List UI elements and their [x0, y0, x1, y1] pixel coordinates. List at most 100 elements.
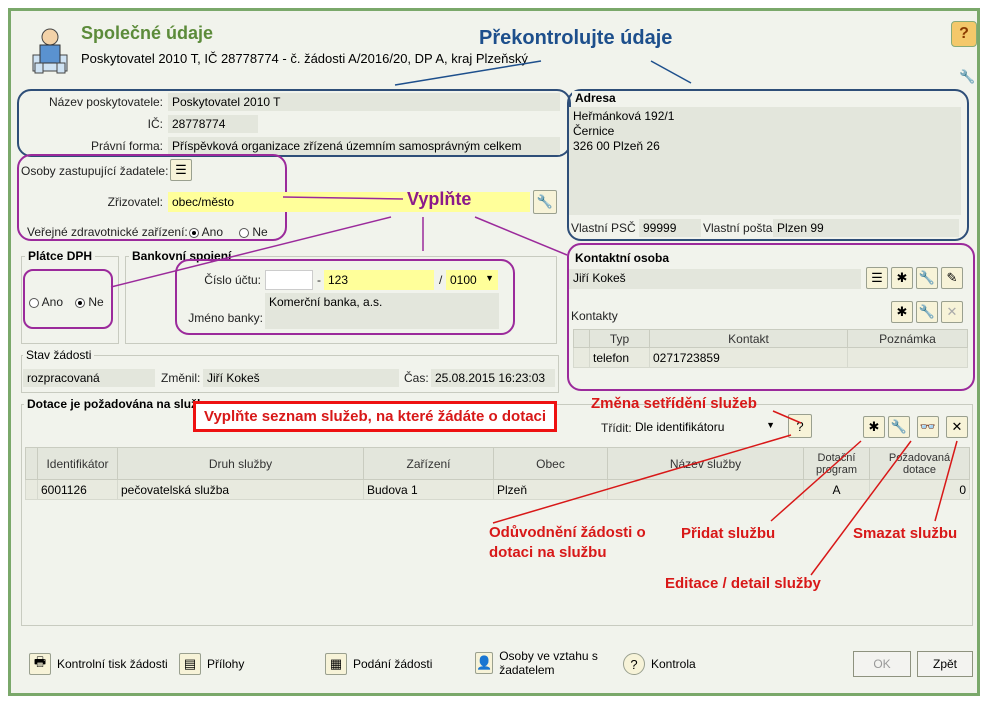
control-button[interactable]: ? Kontrola	[623, 653, 696, 675]
address-line2: Černice	[573, 124, 615, 138]
vat-yes-radio[interactable]: Ano	[29, 295, 63, 309]
persons-icon: 👤	[475, 652, 494, 674]
bank-name-field: Komerční banka, a.s.	[265, 293, 499, 329]
sort-select[interactable]: Dle identifikátoru ▼	[631, 417, 779, 437]
services-header-facility: Zařízení	[363, 447, 494, 480]
back-button[interactable]: Zpět	[917, 651, 973, 677]
edit-list-icon[interactable]: ☰	[170, 159, 192, 181]
vat-no-radio[interactable]: Ne	[75, 295, 104, 309]
contacts-header-contact: Kontakt	[649, 329, 848, 348]
annotation-delete-service: Smazat službu	[853, 525, 958, 542]
document-icon: ▦	[325, 653, 347, 675]
health-yes-radio[interactable]: Ano	[189, 225, 223, 239]
time-label: Čas:	[404, 371, 429, 385]
annotation-sort-change: Změna setřídění služeb	[591, 395, 757, 412]
question-icon: ?	[623, 653, 645, 675]
ic-field: 28778774	[168, 115, 258, 133]
annotation-justification: Odůvodnění žádosti o dotaci na službu	[489, 524, 646, 561]
detail-service-icon[interactable]: 👓	[917, 416, 939, 438]
address-line3: 326 00 Plzeň 26	[573, 139, 660, 153]
services-group	[21, 404, 973, 626]
account-label: Číslo účtu:	[204, 273, 261, 287]
services-header-town: Obec	[493, 447, 608, 480]
account-number-input[interactable]: 123	[324, 270, 434, 290]
table-row[interactable]: telefon 0271723859	[573, 347, 968, 368]
contacts-add-icon[interactable]: ✱	[891, 301, 913, 323]
vat-title: Plátce DPH	[25, 249, 96, 263]
contact-add-icon[interactable]: ✱	[891, 267, 913, 289]
print-control-button[interactable]: 🖶 Kontrolní tisk žádosti	[29, 653, 168, 675]
account-prefix-input[interactable]	[265, 270, 313, 290]
time-field: 25.08.2015 16:23:03	[431, 369, 555, 387]
post-field: Plzen 99	[773, 219, 959, 237]
contacts-label: Kontakty	[571, 309, 618, 323]
services-header-program: Dotační program	[803, 447, 870, 480]
contacts-header-type: Typ	[589, 329, 650, 348]
contact-pencil-icon[interactable]: ✎	[941, 267, 963, 289]
status-title: Stav žádosti	[23, 348, 95, 362]
legal-form-field: Příspěvková organizace zřízená územním s…	[168, 137, 560, 155]
main-window: Společné údaje Poskytovatel 2010 T, IČ 2…	[8, 8, 980, 696]
health-no-radio[interactable]: Ne	[239, 225, 268, 239]
founder-edit-wrench-icon[interactable]: 🔧	[533, 190, 557, 214]
contacts-edit-icon[interactable]: 🔧	[916, 301, 938, 323]
attachments-button[interactable]: ▤ Přílohy	[179, 653, 244, 675]
add-service-icon[interactable]: ✱	[863, 416, 885, 438]
legal-form-label: Právní forma:	[90, 139, 163, 153]
contacts-table: Typ Kontakt Poznámka telefon 0271723859	[573, 329, 968, 368]
address-box: Heřmánková 192/1 Černice 326 00 Plzeň 26	[569, 107, 961, 215]
persons-related-button[interactable]: 👤 Osoby ve vztahu s žadatelem	[475, 649, 615, 677]
wrench-small-icon[interactable]: 🔧	[959, 69, 975, 85]
page-subtitle: Poskytovatel 2010 T, IČ 28778774 - č. žá…	[81, 51, 528, 66]
founder-field[interactable]: obec/město	[168, 192, 530, 212]
services-header-name: Název služby	[607, 447, 804, 480]
page-title: Společné údaje	[81, 23, 214, 43]
ok-button[interactable]: OK	[853, 651, 911, 677]
annotation-check: Překontrolujte údaje	[479, 27, 673, 49]
provider-name-label: Název poskytovatele:	[48, 95, 163, 109]
address-title: Adresa	[572, 91, 619, 105]
psc-label: Vlastní PSČ	[571, 221, 636, 235]
submit-request-button[interactable]: ▦ Podání žádosti	[325, 653, 432, 675]
account-slash: /	[439, 273, 443, 287]
psc-field: 99999	[639, 219, 701, 237]
health-label: Veřejné zdravotnické zařízení:	[27, 225, 188, 239]
contacts-header-note: Poznámka	[847, 329, 968, 348]
delete-service-icon[interactable]: ✕	[946, 416, 968, 438]
contact-name-field: Jiří Kokeš	[569, 269, 861, 289]
founder-label: Zřizovatel:	[107, 195, 163, 209]
changed-label: Změnil:	[161, 371, 201, 385]
services-header-amount: Požadovaná dotace	[869, 447, 970, 480]
contact-highlight	[567, 243, 975, 391]
book-icon: ▤	[179, 653, 201, 675]
contact-title: Kontaktní osoba	[572, 251, 673, 265]
contact-list-icon[interactable]: ☰	[866, 267, 888, 289]
annotation-edit-service: Editace / detail služby	[665, 575, 821, 592]
account-dash: -	[317, 273, 321, 287]
changed-field: Jiří Kokeš	[203, 369, 399, 387]
bank-code-select[interactable]: 0100 ▼	[446, 270, 498, 290]
ic-label: IČ:	[147, 117, 163, 131]
sort-label: Třídit:	[601, 421, 632, 435]
printer-icon: 🖶	[29, 653, 51, 675]
annotation-add-service: Přidat službu	[681, 525, 776, 542]
annotation-fill-services: Vyplňte seznam služeb, na které žádáte o…	[193, 401, 558, 432]
address-line1: Heřmánková 192/1	[573, 109, 675, 123]
persons-label: Osoby zastupující žadatele:	[21, 164, 169, 178]
contact-edit-icon[interactable]: 🔧	[916, 267, 938, 289]
contacts-delete-icon[interactable]: ✕	[941, 301, 963, 323]
edit-service-icon[interactable]: 🔧	[888, 416, 910, 438]
services-header-type: Druh služby	[117, 447, 364, 480]
status-field: rozpracovaná	[23, 369, 155, 387]
table-row[interactable]: 6001126 pečovatelská služba Budova 1 Plz…	[25, 479, 970, 500]
provider-name-field: Poskytovatel 2010 T	[168, 93, 560, 111]
bank-name-label: Jméno banky:	[188, 311, 263, 325]
services-table: Identifikátor Druh služby Zařízení Obec …	[25, 447, 970, 500]
annotation-fill: Vyplňte	[407, 189, 472, 209]
services-title: Dotace je požadována na služby	[24, 397, 215, 411]
person-logo-icon	[32, 28, 68, 74]
justification-icon[interactable]: ?	[788, 414, 812, 438]
help-icon[interactable]: ?	[951, 21, 977, 47]
services-header-id: Identifikátor	[37, 447, 118, 480]
post-label: Vlastní pošta	[703, 221, 773, 235]
